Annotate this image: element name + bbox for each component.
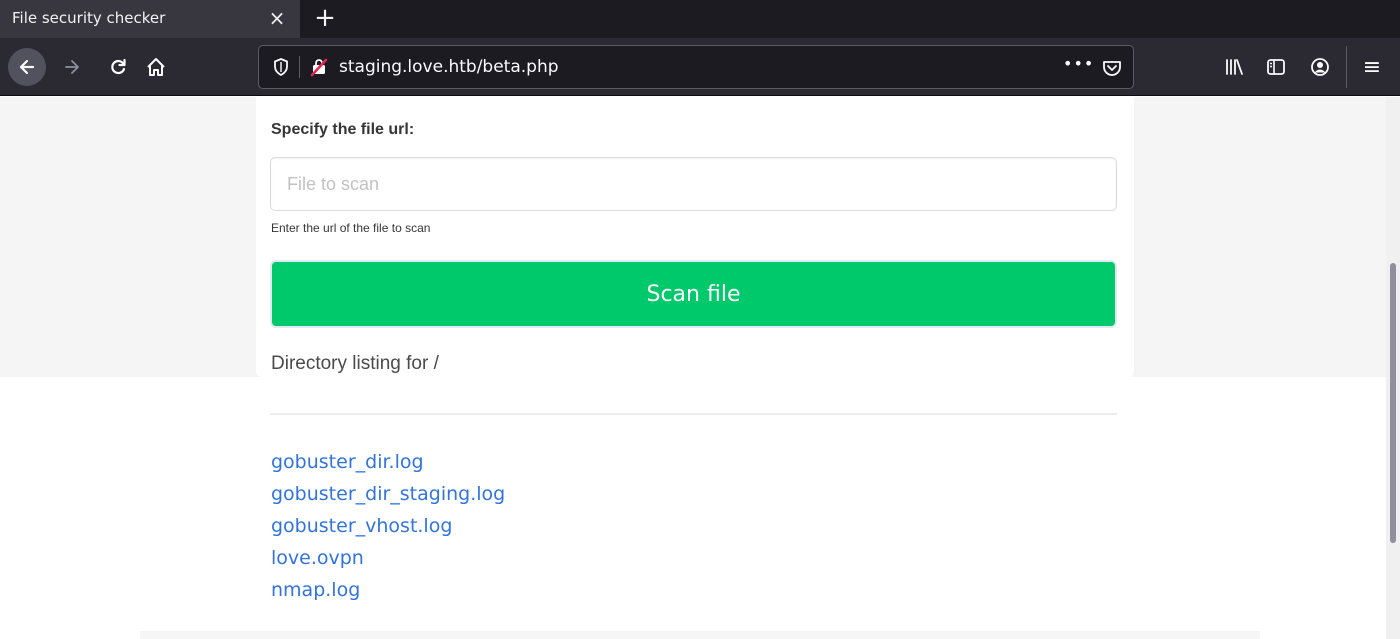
- directory-file-list: gobuster_dir.log gobuster_dir_staging.lo…: [271, 451, 505, 611]
- sidebar-button[interactable]: [1264, 55, 1288, 79]
- pocket-icon[interactable]: [1101, 57, 1123, 79]
- tab-title: File security checker: [12, 9, 166, 27]
- page-actions-menu[interactable]: •••: [1063, 54, 1094, 73]
- tab-file-security-checker[interactable]: File security checker ×: [0, 0, 300, 38]
- file-url-input[interactable]: [270, 157, 1117, 211]
- file-link-gobuster-dir-staging[interactable]: gobuster_dir_staging.log: [271, 483, 505, 505]
- insecure-lock-icon[interactable]: [309, 57, 329, 77]
- address-bar[interactable]: staging.love.htb/beta.php •••: [258, 45, 1134, 89]
- file-url-label: Specify the file url:: [271, 121, 415, 138]
- file-link-gobuster-vhost[interactable]: gobuster_vhost.log: [271, 515, 452, 537]
- page-viewport: Specify the file url: Enter the url of t…: [0, 97, 1400, 639]
- list-item: gobuster_dir.log: [271, 451, 505, 483]
- reload-button[interactable]: [102, 51, 134, 83]
- home-button[interactable]: [140, 51, 172, 83]
- scan-file-button[interactable]: Scan file: [270, 260, 1117, 328]
- list-item: gobuster_vhost.log: [271, 515, 505, 547]
- tab-strip: File security checker × +: [0, 0, 1400, 38]
- url-text[interactable]: staging.love.htb/beta.php: [339, 57, 559, 77]
- menu-icon[interactable]: ≡: [1360, 55, 1384, 80]
- divider: [270, 413, 1117, 415]
- list-item: love.ovpn: [271, 547, 505, 579]
- directory-listing-title: Directory listing for /: [271, 353, 439, 374]
- tab-close-icon[interactable]: ×: [266, 6, 288, 30]
- file-link-love-ovpn[interactable]: love.ovpn: [271, 547, 364, 569]
- back-button[interactable]: [8, 48, 46, 86]
- account-button[interactable]: [1308, 55, 1332, 79]
- file-url-help: Enter the url of the file to scan: [271, 221, 431, 235]
- back-icon: [19, 59, 35, 75]
- sidebar-icon: [1267, 59, 1285, 75]
- shield-icon[interactable]: [271, 57, 291, 77]
- account-icon: [1311, 58, 1329, 76]
- page-footer-shade: [140, 631, 1260, 639]
- file-link-nmap-log[interactable]: nmap.log: [271, 579, 360, 601]
- home-icon: [147, 58, 165, 76]
- new-tab-button[interactable]: +: [312, 4, 338, 32]
- file-link-gobuster-dir[interactable]: gobuster_dir.log: [271, 451, 424, 473]
- reload-icon: [111, 58, 126, 75]
- vertical-scrollbar[interactable]: [1386, 97, 1400, 639]
- address-divider: [299, 56, 300, 78]
- forward-icon: [65, 60, 79, 74]
- scrollbar-thumb[interactable]: [1390, 263, 1396, 543]
- library-icon: [1226, 59, 1243, 75]
- scanner-card: [256, 97, 1134, 377]
- library-button[interactable]: [1222, 55, 1246, 79]
- forward-button[interactable]: [56, 51, 88, 83]
- list-item: gobuster_dir_staging.log: [271, 483, 505, 515]
- toolbar-divider: [1346, 46, 1347, 88]
- list-item: nmap.log: [271, 579, 505, 611]
- navigation-toolbar: staging.love.htb/beta.php ••• ≡: [0, 38, 1400, 96]
